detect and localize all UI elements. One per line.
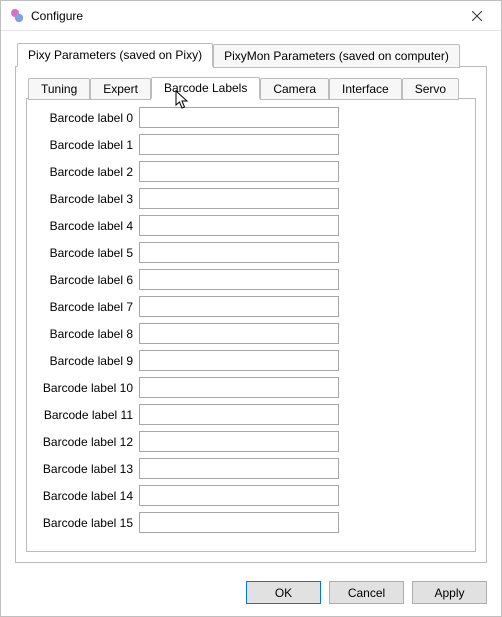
button-bar: OK Cancel Apply (1, 571, 501, 616)
titlebar: Configure (1, 1, 501, 31)
field-label: Barcode label 4 (35, 219, 133, 233)
close-button[interactable] (454, 2, 499, 30)
barcode-label-0-input[interactable] (139, 107, 339, 128)
outer-tabs: Pixy Parameters (saved on Pixy) PixyMon … (15, 43, 487, 563)
field-row: Barcode label 0 (35, 107, 465, 128)
inner-tab-strip: Tuning Expert Barcode Labels Camera Inte… (26, 77, 476, 99)
field-label: Barcode label 14 (35, 489, 133, 503)
field-label: Barcode label 8 (35, 327, 133, 341)
barcode-label-13-input[interactable] (139, 458, 339, 479)
field-label: Barcode label 11 (35, 408, 133, 422)
field-label: Barcode label 3 (35, 192, 133, 206)
field-row: Barcode label 8 (35, 323, 465, 344)
field-row: Barcode label 6 (35, 269, 465, 290)
app-icon (9, 8, 25, 24)
barcode-label-4-input[interactable] (139, 215, 339, 236)
barcode-label-7-input[interactable] (139, 296, 339, 317)
tab-pixymon-parameters[interactable]: PixyMon Parameters (saved on computer) (213, 44, 460, 68)
barcode-label-10-input[interactable] (139, 377, 339, 398)
tab-pixy-parameters[interactable]: Pixy Parameters (saved on Pixy) (17, 43, 213, 67)
barcode-label-9-input[interactable] (139, 350, 339, 371)
field-label: Barcode label 13 (35, 462, 133, 476)
field-row: Barcode label 11 (35, 404, 465, 425)
tab-barcode-labels[interactable]: Barcode Labels (151, 77, 260, 99)
field-row: Barcode label 3 (35, 188, 465, 209)
field-row: Barcode label 15 (35, 512, 465, 533)
field-label: Barcode label 6 (35, 273, 133, 287)
ok-button[interactable]: OK (246, 581, 321, 604)
barcode-label-15-input[interactable] (139, 512, 339, 533)
field-label: Barcode label 9 (35, 354, 133, 368)
field-label: Barcode label 7 (35, 300, 133, 314)
barcode-label-1-input[interactable] (139, 134, 339, 155)
barcode-label-3-input[interactable] (139, 188, 339, 209)
field-row: Barcode label 5 (35, 242, 465, 263)
tab-expert[interactable]: Expert (90, 78, 151, 100)
tab-servo[interactable]: Servo (402, 78, 459, 100)
field-label: Barcode label 12 (35, 435, 133, 449)
field-label: Barcode label 10 (35, 381, 133, 395)
field-row: Barcode label 14 (35, 485, 465, 506)
barcode-label-14-input[interactable] (139, 485, 339, 506)
outer-panel: Tuning Expert Barcode Labels Camera Inte… (15, 66, 487, 563)
field-row: Barcode label 13 (35, 458, 465, 479)
tab-interface[interactable]: Interface (329, 78, 402, 100)
field-row: Barcode label 2 (35, 161, 465, 182)
apply-button[interactable]: Apply (412, 581, 487, 604)
field-row: Barcode label 12 (35, 431, 465, 452)
window-title: Configure (31, 9, 454, 23)
outer-tab-strip: Pixy Parameters (saved on Pixy) PixyMon … (15, 43, 487, 67)
barcode-label-11-input[interactable] (139, 404, 339, 425)
barcode-label-8-input[interactable] (139, 323, 339, 344)
configure-dialog: Configure Pixy Parameters (saved on Pixy… (0, 0, 502, 617)
barcode-label-2-input[interactable] (139, 161, 339, 182)
field-row: Barcode label 9 (35, 350, 465, 371)
field-row: Barcode label 10 (35, 377, 465, 398)
field-row: Barcode label 1 (35, 134, 465, 155)
inner-panel: Barcode label 0 Barcode label 1 Barcode … (26, 98, 476, 552)
field-label: Barcode label 1 (35, 138, 133, 152)
barcode-label-6-input[interactable] (139, 269, 339, 290)
field-label: Barcode label 2 (35, 165, 133, 179)
field-label: Barcode label 15 (35, 516, 133, 530)
tab-camera[interactable]: Camera (260, 78, 329, 100)
field-label: Barcode label 5 (35, 246, 133, 260)
barcode-label-12-input[interactable] (139, 431, 339, 452)
close-icon (472, 11, 482, 21)
field-row: Barcode label 4 (35, 215, 465, 236)
dialog-content: Pixy Parameters (saved on Pixy) PixyMon … (1, 31, 501, 571)
cancel-button[interactable]: Cancel (329, 581, 404, 604)
field-label: Barcode label 0 (35, 111, 133, 125)
barcode-label-5-input[interactable] (139, 242, 339, 263)
tab-tuning[interactable]: Tuning (28, 78, 90, 100)
field-row: Barcode label 7 (35, 296, 465, 317)
